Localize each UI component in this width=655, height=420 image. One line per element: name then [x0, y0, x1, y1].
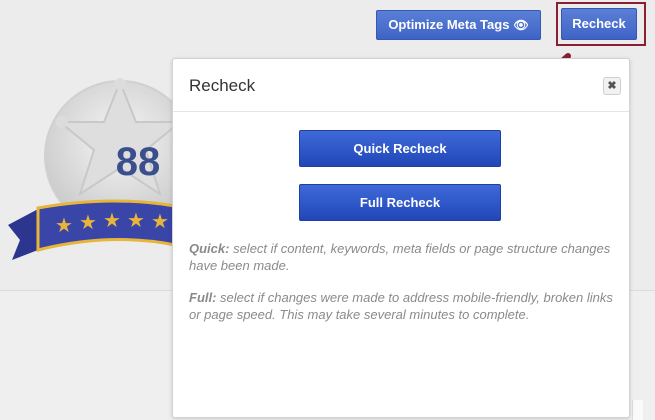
quick-description: Quick: select if content, keywords, meta… [189, 240, 619, 274]
full-term: Full: [189, 290, 217, 305]
quick-recheck-button[interactable]: Quick Recheck [299, 130, 501, 167]
recheck-button[interactable]: Recheck [561, 8, 637, 40]
badge-score: 88 [116, 140, 161, 184]
svg-text:★: ★ [79, 212, 97, 234]
svg-text:★: ★ [103, 210, 121, 232]
svg-text:★: ★ [55, 215, 73, 237]
full-recheck-button[interactable]: Full Recheck [299, 184, 501, 221]
modal-header: Recheck ✖ [173, 59, 629, 112]
eye-icon: 👁 [513, 18, 529, 32]
full-description: Full: select if changes were made to add… [189, 289, 619, 323]
quick-term: Quick: [189, 241, 230, 256]
score-badge: 88 ★ ★ ★ ★ ★ [8, 78, 196, 260]
svg-text:★: ★ [127, 210, 145, 232]
modal-title: Recheck [189, 76, 256, 95]
optimize-label: Optimize Meta Tags [388, 17, 510, 32]
close-icon[interactable]: ✖ [603, 77, 621, 95]
optimize-meta-tags-button[interactable]: Optimize Meta Tags 👁 [376, 10, 541, 40]
svg-text:★: ★ [151, 211, 169, 233]
recheck-modal: Recheck ✖ Quick Recheck Full Recheck Qui… [172, 58, 630, 418]
quick-text: select if content, keywords, meta fields… [189, 241, 611, 273]
full-text: select if changes were made to address m… [189, 290, 613, 322]
side-panel-edge [632, 400, 643, 420]
